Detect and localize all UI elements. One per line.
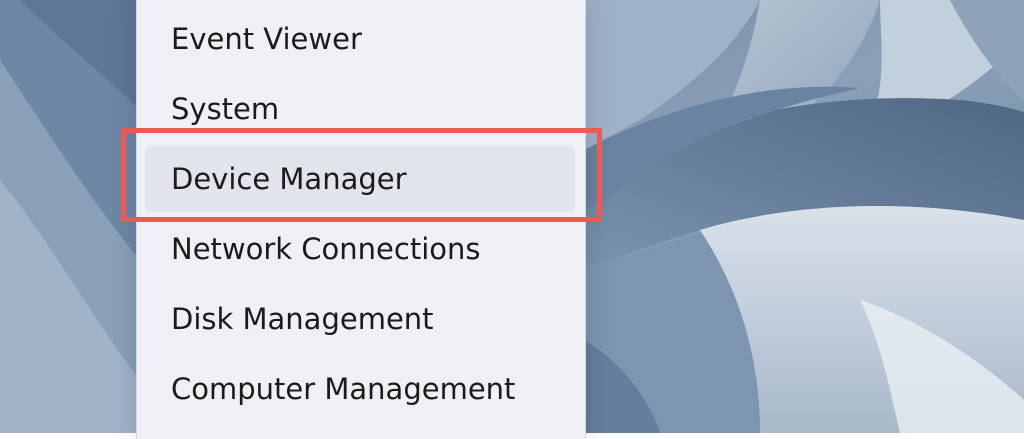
menu-item-label: Disk Management: [171, 302, 434, 336]
menu-item-device-manager[interactable]: Device Manager: [145, 146, 575, 212]
menu-item-label: Event Viewer: [171, 22, 362, 56]
menu-item-computer-management[interactable]: Computer Management: [145, 356, 575, 422]
menu-item-system[interactable]: System: [145, 76, 575, 142]
menu-item-disk-management[interactable]: Disk Management: [145, 286, 575, 352]
menu-item-label: Computer Management: [171, 372, 516, 406]
winx-context-menu: Event Viewer System Device Manager Netwo…: [136, 0, 586, 439]
menu-item-label: Device Manager: [171, 162, 407, 196]
menu-item-network-connections[interactable]: Network Connections: [145, 216, 575, 282]
menu-item-event-viewer[interactable]: Event Viewer: [145, 6, 575, 72]
menu-item-label: Network Connections: [171, 232, 481, 266]
menu-item-label: System: [171, 92, 280, 126]
